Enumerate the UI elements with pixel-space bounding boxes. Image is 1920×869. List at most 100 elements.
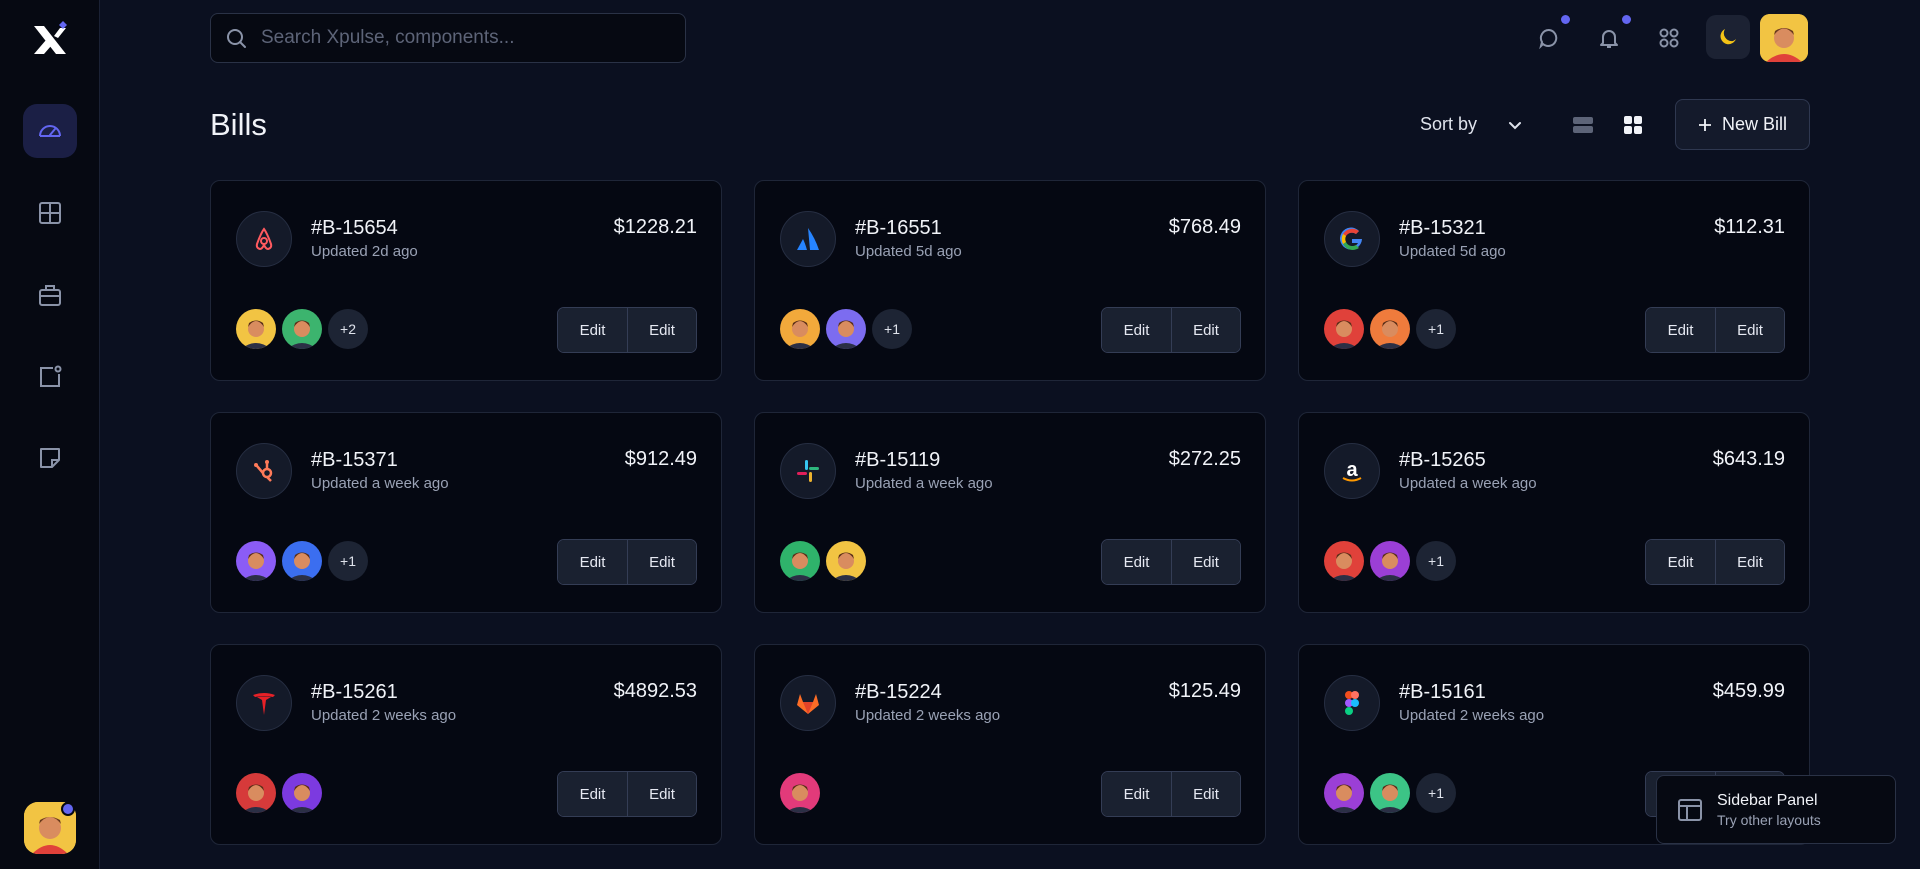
assignees: +2 [236,309,368,349]
apps-button[interactable] [1651,20,1687,56]
edit-button[interactable]: Edit [558,308,627,352]
assignee-avatar[interactable] [826,309,866,349]
assignee-avatar[interactable] [282,309,322,349]
messages-indicator-dot [1561,15,1570,24]
sidebar-item-layouts[interactable] [23,186,77,240]
assignee-avatar[interactable] [1370,773,1410,813]
bill-amount: $768.49 [1168,216,1241,238]
edit-button[interactable]: Edit [558,772,627,816]
assignee-avatar[interactable] [282,541,322,581]
page-title: Bills [210,107,267,142]
assignee-avatar[interactable] [236,309,276,349]
theme-toggle-button[interactable] [1706,15,1750,59]
more-assignees-count[interactable]: +1 [1416,773,1456,813]
sort-dropdown[interactable]: Sort by [1420,114,1523,135]
more-assignees-count[interactable]: +1 [328,541,368,581]
edit-button[interactable]: Edit [1171,308,1240,352]
bill-id: #B-15321 [1399,217,1486,239]
edit-button[interactable]: Edit [1102,772,1171,816]
edit-button[interactable]: Edit [1171,540,1240,584]
airbnb-logo [236,211,292,267]
amazon-logo: a [1324,443,1380,499]
bill-card[interactable]: #B-15224 Updated 2 weeks ago $125.49 Edit Ed… [754,644,1266,845]
bills-grid: #B-15654 Updated 2d ago $1228.21 +2 Edit Edit… [210,180,1810,845]
bill-card[interactable]: #B-15261 Updated 2 weeks ago $4892.53 Edit E… [210,644,722,845]
figma-logo [1324,675,1380,731]
atlassian-logo [780,211,836,267]
bill-amount: $459.99 [1712,680,1785,702]
assignee-avatar[interactable] [826,541,866,581]
moon-icon [1720,29,1736,45]
gitlab-icon [797,694,819,714]
panel-title: Sidebar Panel [1717,791,1818,809]
assignee-avatar[interactable] [236,541,276,581]
bill-card[interactable]: #B-15321 Updated 5d ago $112.31 +1 Edit Edit [1298,180,1810,381]
edit-button[interactable]: Edit [1715,540,1784,584]
edit-button[interactable]: Edit [1102,308,1171,352]
assignee-avatar[interactable] [1324,309,1364,349]
xpulse-logo[interactable] [30,20,70,60]
bill-actions: EditEdit [557,307,697,353]
bill-actions: EditEdit [1101,539,1241,585]
bill-updated: Updated 2 weeks ago [311,707,457,724]
edit-button[interactable]: Edit [627,308,696,352]
edit-button[interactable]: Edit [627,540,696,584]
hubspot-logo [236,443,292,499]
edit-button[interactable]: Edit [1646,540,1715,584]
search-bar[interactable] [210,13,686,63]
bill-id: #B-15119 [855,449,941,471]
sort-label: Sort by [1420,114,1478,134]
speedometer-icon [39,125,61,137]
edit-button[interactable]: Edit [1646,308,1715,352]
bill-updated: Updated a week ago [311,475,449,492]
search-input[interactable] [261,27,661,49]
more-assignees-count[interactable]: +1 [872,309,912,349]
slack-logo [780,443,836,499]
airbnb-icon [255,227,273,251]
slack-icon [797,460,819,482]
assignee-avatar[interactable] [1324,773,1364,813]
bill-card[interactable]: #B-15371 Updated a week ago $912.49 +1 Edit E… [210,412,722,613]
panel-subtitle: Try other layouts [1717,811,1821,828]
profile-avatar[interactable] [1760,14,1808,62]
layout-icon [1678,798,1702,821]
sidebar-item-dashboard[interactable] [23,104,77,158]
assignee-avatar[interactable] [1370,309,1410,349]
bill-card[interactable]: #B-15654 Updated 2d ago $1228.21 +2 Edit Edit [210,180,722,381]
edit-button[interactable]: Edit [627,772,696,816]
edit-button[interactable]: Edit [1715,308,1784,352]
sidebar-item-projects[interactable] [23,268,77,322]
new-bill-label: New Bill [1721,114,1787,134]
bill-actions: EditEdit [1645,307,1785,353]
chat-bubble-icon [1539,28,1558,49]
bill-card[interactable]: #B-16551 Updated 5d ago $768.49 +1 Edit Edit [754,180,1266,381]
grid-view-button[interactable] [1621,113,1645,137]
assignees: +1 [1324,773,1456,813]
assignee-avatar[interactable] [1370,541,1410,581]
sidebar-item-activity[interactable] [23,350,77,404]
bill-amount: $912.49 [624,448,697,470]
bell-icon [1600,30,1618,48]
edit-button[interactable]: Edit [1102,540,1171,584]
sidebar-panel-toast[interactable]: Sidebar Panel Try other layouts [1656,775,1896,844]
assignee-avatar[interactable] [236,773,276,813]
more-assignees-count[interactable]: +1 [1416,309,1456,349]
list-view-button[interactable] [1571,113,1595,137]
assignee-avatar[interactable] [780,309,820,349]
edit-button[interactable]: Edit [1171,772,1240,816]
assignee-avatar[interactable] [780,541,820,581]
online-status-dot [61,802,75,816]
messages-button[interactable] [1531,20,1567,56]
bill-updated: Updated 2 weeks ago [855,707,1001,724]
more-assignees-count[interactable]: +1 [1416,541,1456,581]
assignee-avatar[interactable] [780,773,820,813]
assignee-avatar[interactable] [1324,541,1364,581]
notifications-button[interactable] [1591,20,1627,56]
new-bill-button[interactable]: New Bill [1675,99,1810,150]
bill-card[interactable]: a #B-15265 Updated a week ago $643.19 +1 Edit… [1298,412,1810,613]
edit-button[interactable]: Edit [558,540,627,584]
more-assignees-count[interactable]: +2 [328,309,368,349]
sidebar-item-notes[interactable] [23,431,77,485]
assignee-avatar[interactable] [282,773,322,813]
bill-card[interactable]: #B-15119 Updated a week ago $272.25 Edit Edi… [754,412,1266,613]
